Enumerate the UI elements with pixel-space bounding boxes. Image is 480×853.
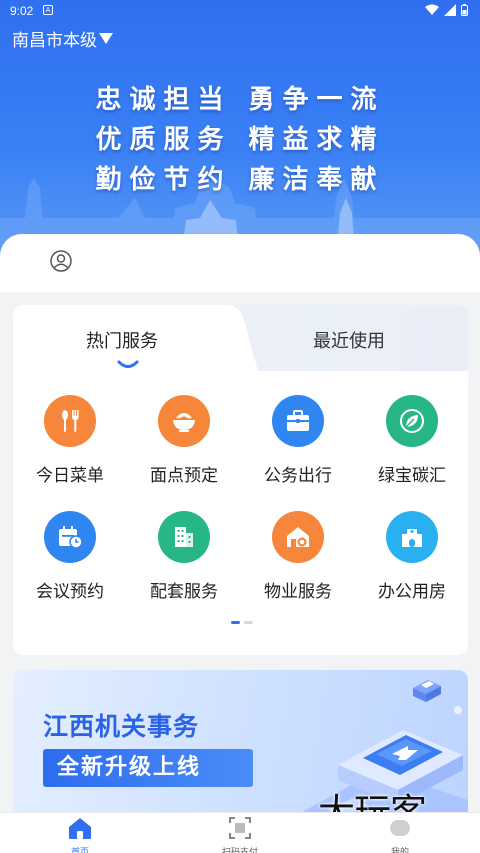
nav-scan-pay[interactable]: 扫码支付 <box>200 813 280 853</box>
service-property[interactable]: 物业服务 <box>241 511 355 602</box>
hero-banner: 9:02 A 南昌市本级 忠诚担当 勇争一流 优质服务 精益求精 勤俭节约 廉洁… <box>0 0 480 268</box>
nav-label: 我的 <box>390 848 409 853</box>
user-avatar-icon[interactable] <box>50 250 72 272</box>
page-dot <box>244 621 253 624</box>
nav-profile[interactable]: 我的 <box>360 813 440 853</box>
service-label: 公务出行 <box>264 466 332 486</box>
page-dot-active <box>231 621 240 624</box>
slogan-line: 忠诚担当 勇争一流 <box>95 85 385 115</box>
service-office-room[interactable]: 办公用房 <box>355 511 468 602</box>
slogan-line: 勤俭节约 廉洁奉献 <box>95 165 385 195</box>
calendar-clock-icon <box>44 511 96 563</box>
city-label: 南昌市本级 <box>12 31 97 51</box>
service-label: 办公用房 <box>378 582 446 602</box>
triangle-down-icon <box>99 33 113 44</box>
nav-label: 扫码支付 <box>221 848 258 853</box>
nav-home[interactable]: 首页 <box>40 813 120 853</box>
slogan-line: 优质服务 精益求精 <box>95 125 385 155</box>
wifi-icon <box>425 4 439 15</box>
briefcase-icon <box>272 395 324 447</box>
tab-recent-used[interactable]: 最近使用 <box>313 327 385 353</box>
profile-strip <box>0 234 480 292</box>
service-label: 配套服务 <box>150 582 218 602</box>
profile-icon <box>390 820 410 836</box>
bowl-icon <box>158 395 210 447</box>
home-icon <box>69 818 91 839</box>
battery-icon <box>461 4 468 16</box>
slogan: 忠诚担当 勇争一流 优质服务 精益求精 勤俭节约 廉洁奉献 <box>0 80 480 200</box>
house-gear-icon <box>272 511 324 563</box>
service-official-travel[interactable]: 公务出行 <box>241 395 355 486</box>
service-label: 会议预约 <box>36 582 104 602</box>
city-selector[interactable]: 南昌市本级 <box>12 26 113 51</box>
status-time: 9:02 <box>10 4 34 18</box>
utensils-icon <box>44 395 96 447</box>
tab-hot-services[interactable]: 热门服务 <box>86 327 158 353</box>
service-label: 面点预定 <box>150 466 218 486</box>
banner-title: 江西机关事务 <box>43 712 200 741</box>
service-supporting[interactable]: 配套服务 <box>127 511 241 602</box>
service-pastry-order[interactable]: 面点预定 <box>127 395 241 486</box>
service-label: 绿宝碳汇 <box>378 466 446 486</box>
office-building-icon <box>386 511 438 563</box>
signal-icon <box>444 4 456 16</box>
service-today-menu[interactable]: 今日菜单 <box>13 395 127 486</box>
scan-icon <box>229 817 251 839</box>
status-bar: 9:02 A <box>0 0 480 22</box>
service-label: 物业服务 <box>264 582 332 602</box>
service-green-carbon[interactable]: 绿宝碳汇 <box>355 395 468 486</box>
service-meeting-booking[interactable]: 会议预约 <box>13 511 127 602</box>
page-indicator <box>231 621 253 624</box>
nav-label: 首页 <box>70 848 89 853</box>
notification-icon: A <box>43 5 53 15</box>
tab-active-indicator <box>117 360 139 368</box>
bottom-nav: 首页 扫码支付 我的 <box>0 812 480 853</box>
leaf-icon <box>386 395 438 447</box>
service-label: 今日菜单 <box>36 466 104 486</box>
services-card: 热门服务 最近使用 今日菜单 面点预定 公务出行 绿宝碳汇 会议预约 配套服务 … <box>13 305 468 655</box>
banner-subtitle: 全新升级上线 <box>43 749 253 787</box>
buildings-icon <box>158 511 210 563</box>
